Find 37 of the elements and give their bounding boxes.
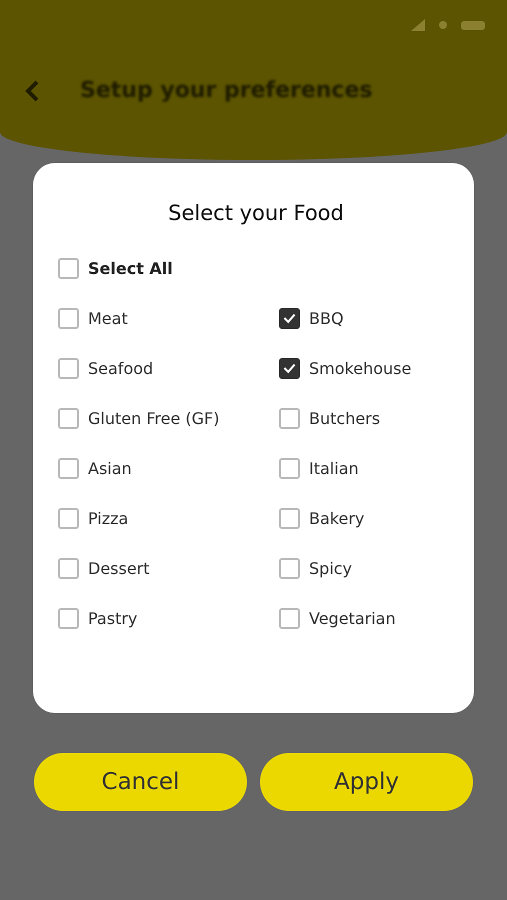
- checkbox-label: Vegetarian: [309, 608, 396, 628]
- checkbox-label: Pastry: [88, 608, 138, 628]
- checkbox-label: Asian: [88, 458, 132, 478]
- checkbox-label: Butchers: [309, 408, 380, 428]
- checkbox[interactable]: [279, 608, 300, 628]
- checkbox-label: Select All: [88, 258, 173, 278]
- checkbox[interactable]: [279, 358, 300, 378]
- checkbox[interactable]: [58, 308, 79, 328]
- dialog-title: Select your Food: [167, 201, 345, 225]
- checkbox-label: Seafood: [88, 358, 154, 378]
- checkbox[interactable]: [58, 458, 79, 478]
- checkbox-label: Pizza: [88, 508, 128, 528]
- checkbox-label: Gluten Free (GF): [88, 408, 220, 428]
- checkbox[interactable]: [279, 308, 300, 328]
- battery-icon: [461, 20, 485, 30]
- checkbox-label: Dessert: [88, 558, 150, 578]
- checkbox-label: Smokehouse: [309, 358, 412, 378]
- checkbox[interactable]: [279, 508, 300, 528]
- signal-icon: [411, 19, 425, 31]
- cancel-button[interactable]: Cancel: [34, 753, 247, 811]
- checkbox[interactable]: [279, 458, 300, 478]
- checkbox[interactable]: [58, 608, 79, 628]
- checkbox[interactable]: [58, 258, 79, 278]
- screen-title: Setup your preferences: [80, 78, 372, 103]
- checkbox[interactable]: [58, 358, 79, 378]
- checkbox-label: Bakery: [309, 508, 364, 528]
- checkbox-label: BBQ: [309, 308, 344, 328]
- apply-button[interactable]: Apply: [260, 753, 473, 811]
- checkbox-label: Spicy: [309, 558, 352, 578]
- checkbox-label: Meat: [88, 308, 128, 328]
- checkbox-label: Italian: [309, 458, 359, 478]
- checkbox[interactable]: [279, 558, 300, 578]
- checkbox[interactable]: [58, 558, 79, 578]
- checkbox[interactable]: [279, 408, 300, 428]
- checkbox[interactable]: [58, 408, 79, 428]
- checkbox[interactable]: [58, 508, 79, 528]
- back-icon[interactable]: [24, 78, 40, 102]
